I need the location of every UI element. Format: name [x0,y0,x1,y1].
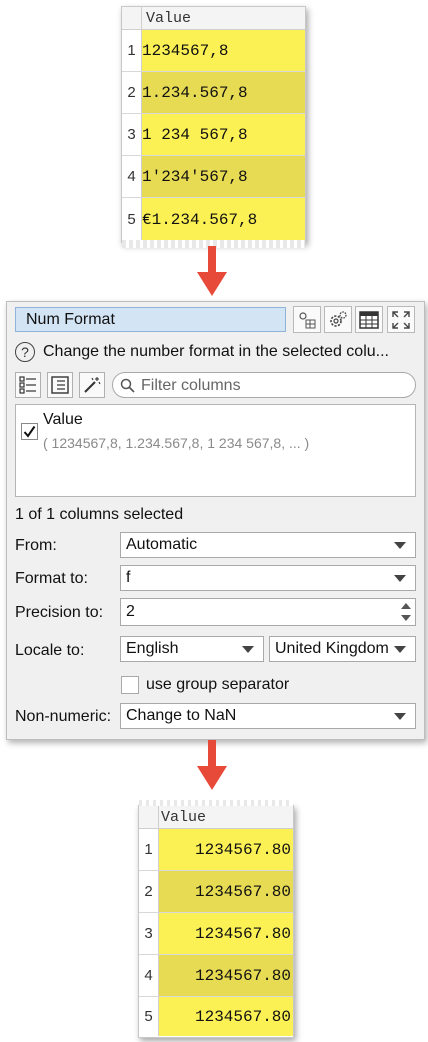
table-row: 2 1.234.567,8 [122,72,305,114]
table-row: 3 1234567.80 [139,913,293,955]
checklist-icon [19,376,36,394]
format-to-dropdown[interactable]: f [120,565,416,591]
table-icon [359,310,379,329]
row-index: 3 [139,913,159,954]
row-index: 2 [122,72,142,113]
locale-country-dropdown[interactable]: United Kingdom [269,636,416,662]
row-index: 1 [139,829,159,870]
num-format-panel: Num Format ? Change the number format in… [6,301,425,740]
cell-value[interactable]: 1234567.80 [159,955,293,996]
down-arrow-icon [197,740,227,790]
cell-value[interactable]: 1234567,8 [142,30,305,71]
row-index: 3 [122,114,142,155]
locale-language-value: English [126,640,179,657]
select-all-button[interactable] [15,372,41,398]
transform-description: Change the number format in the selected… [43,343,389,360]
non-numeric-label: Non-numeric: [15,708,112,725]
row-index: 2 [139,871,159,912]
cell-value[interactable]: €1.234.567,8 [142,198,305,241]
column-mode-button[interactable] [293,306,321,333]
cell-value[interactable]: 1234567.80 [159,829,293,870]
group-separator-label[interactable]: use group separator [146,676,289,694]
column-mode-icon [299,311,316,328]
table-row: 5 1234567.80 [139,997,293,1036]
table-row: 2 1234567.80 [139,871,293,913]
precision-value: 2 [126,603,135,620]
maximize-button[interactable] [387,306,415,333]
table-row: 5 €1.234.567,8 [122,198,305,241]
table-row: 4 1234567.80 [139,955,293,997]
input-table: Value 1 1234567,8 2 1.234.567,8 3 1 234 … [121,6,306,248]
table-header: Value [122,7,305,30]
cell-value[interactable]: 1234567.80 [159,997,293,1036]
chevron-down-icon [394,542,406,549]
selection-status: 1 of 1 columns selected [15,506,184,523]
row-index: 4 [122,156,142,197]
precision-spinbox[interactable]: 2 [120,598,416,626]
table-row: 1 1234567,8 [122,30,305,72]
spin-down-icon[interactable] [401,615,411,621]
data-table-button[interactable] [355,306,383,333]
column-header-value[interactable]: Value [161,809,206,826]
format-to-value: f [126,569,131,586]
filter-columns-input[interactable] [139,375,403,397]
group-separator-checkbox[interactable] [121,676,139,694]
gear-icon [330,310,347,327]
cell-value[interactable]: 1'234'567,8 [142,156,305,197]
locale-country-value: United Kingdom [275,640,389,657]
non-numeric-value: Change to NaN [126,707,237,724]
search-icon [120,378,135,393]
locale-language-dropdown[interactable]: English [120,636,264,662]
chevron-down-icon [394,713,406,720]
format-to-label: Format to: [15,570,88,587]
column-preview: ( 1234567,8, 1.234.567,8, 1 234 567,8, .… [43,435,310,451]
column-checkbox[interactable] [21,423,38,440]
table-row: 4 1'234'567,8 [122,156,305,198]
from-value: Automatic [126,536,198,553]
chevron-down-icon [394,646,406,653]
chevron-down-icon [394,575,406,582]
magic-select-button[interactable] [79,372,105,398]
output-table: Value 1 1234567.80 2 1234567.80 3 123456… [138,800,294,1038]
from-label: From: [15,537,57,554]
filter-columns-field[interactable] [112,372,416,398]
list-icon [51,376,69,394]
chevron-down-icon [242,646,254,653]
row-index: 5 [139,997,159,1036]
cell-value[interactable]: 1234567.80 [159,913,293,954]
row-index: 1 [122,30,142,71]
column-name[interactable]: Value [43,411,83,429]
cell-value[interactable]: 1.234.567,8 [142,72,305,113]
down-arrow-icon [197,246,227,296]
column-list: Value ( 1234567,8, 1.234.567,8, 1 234 56… [15,404,416,497]
table-header: Value [139,806,293,829]
magic-wand-icon [84,377,101,393]
row-index: 4 [139,955,159,996]
settings-button[interactable] [324,306,352,333]
description-row: ? Change the number format in the select… [15,342,415,364]
expand-icon [392,310,410,329]
non-numeric-dropdown[interactable]: Change to NaN [120,703,416,729]
cell-value[interactable]: 1234567.80 [159,871,293,912]
row-index: 5 [122,198,142,241]
precision-to-label: Precision to: [15,604,104,621]
help-icon[interactable]: ? [15,342,35,362]
table-row: 1 1234567.80 [139,829,293,871]
table-row: 3 1 234 567,8 [122,114,305,156]
spin-up-icon[interactable] [401,603,411,609]
cell-value[interactable]: 1 234 567,8 [142,114,305,155]
from-dropdown[interactable]: Automatic [120,532,416,558]
invert-selection-button[interactable] [47,372,73,398]
column-header-value[interactable]: Value [146,10,191,27]
checkmark-icon [23,425,36,438]
transform-name-field[interactable]: Num Format [15,307,286,332]
locale-to-label: Locale to: [15,642,85,659]
